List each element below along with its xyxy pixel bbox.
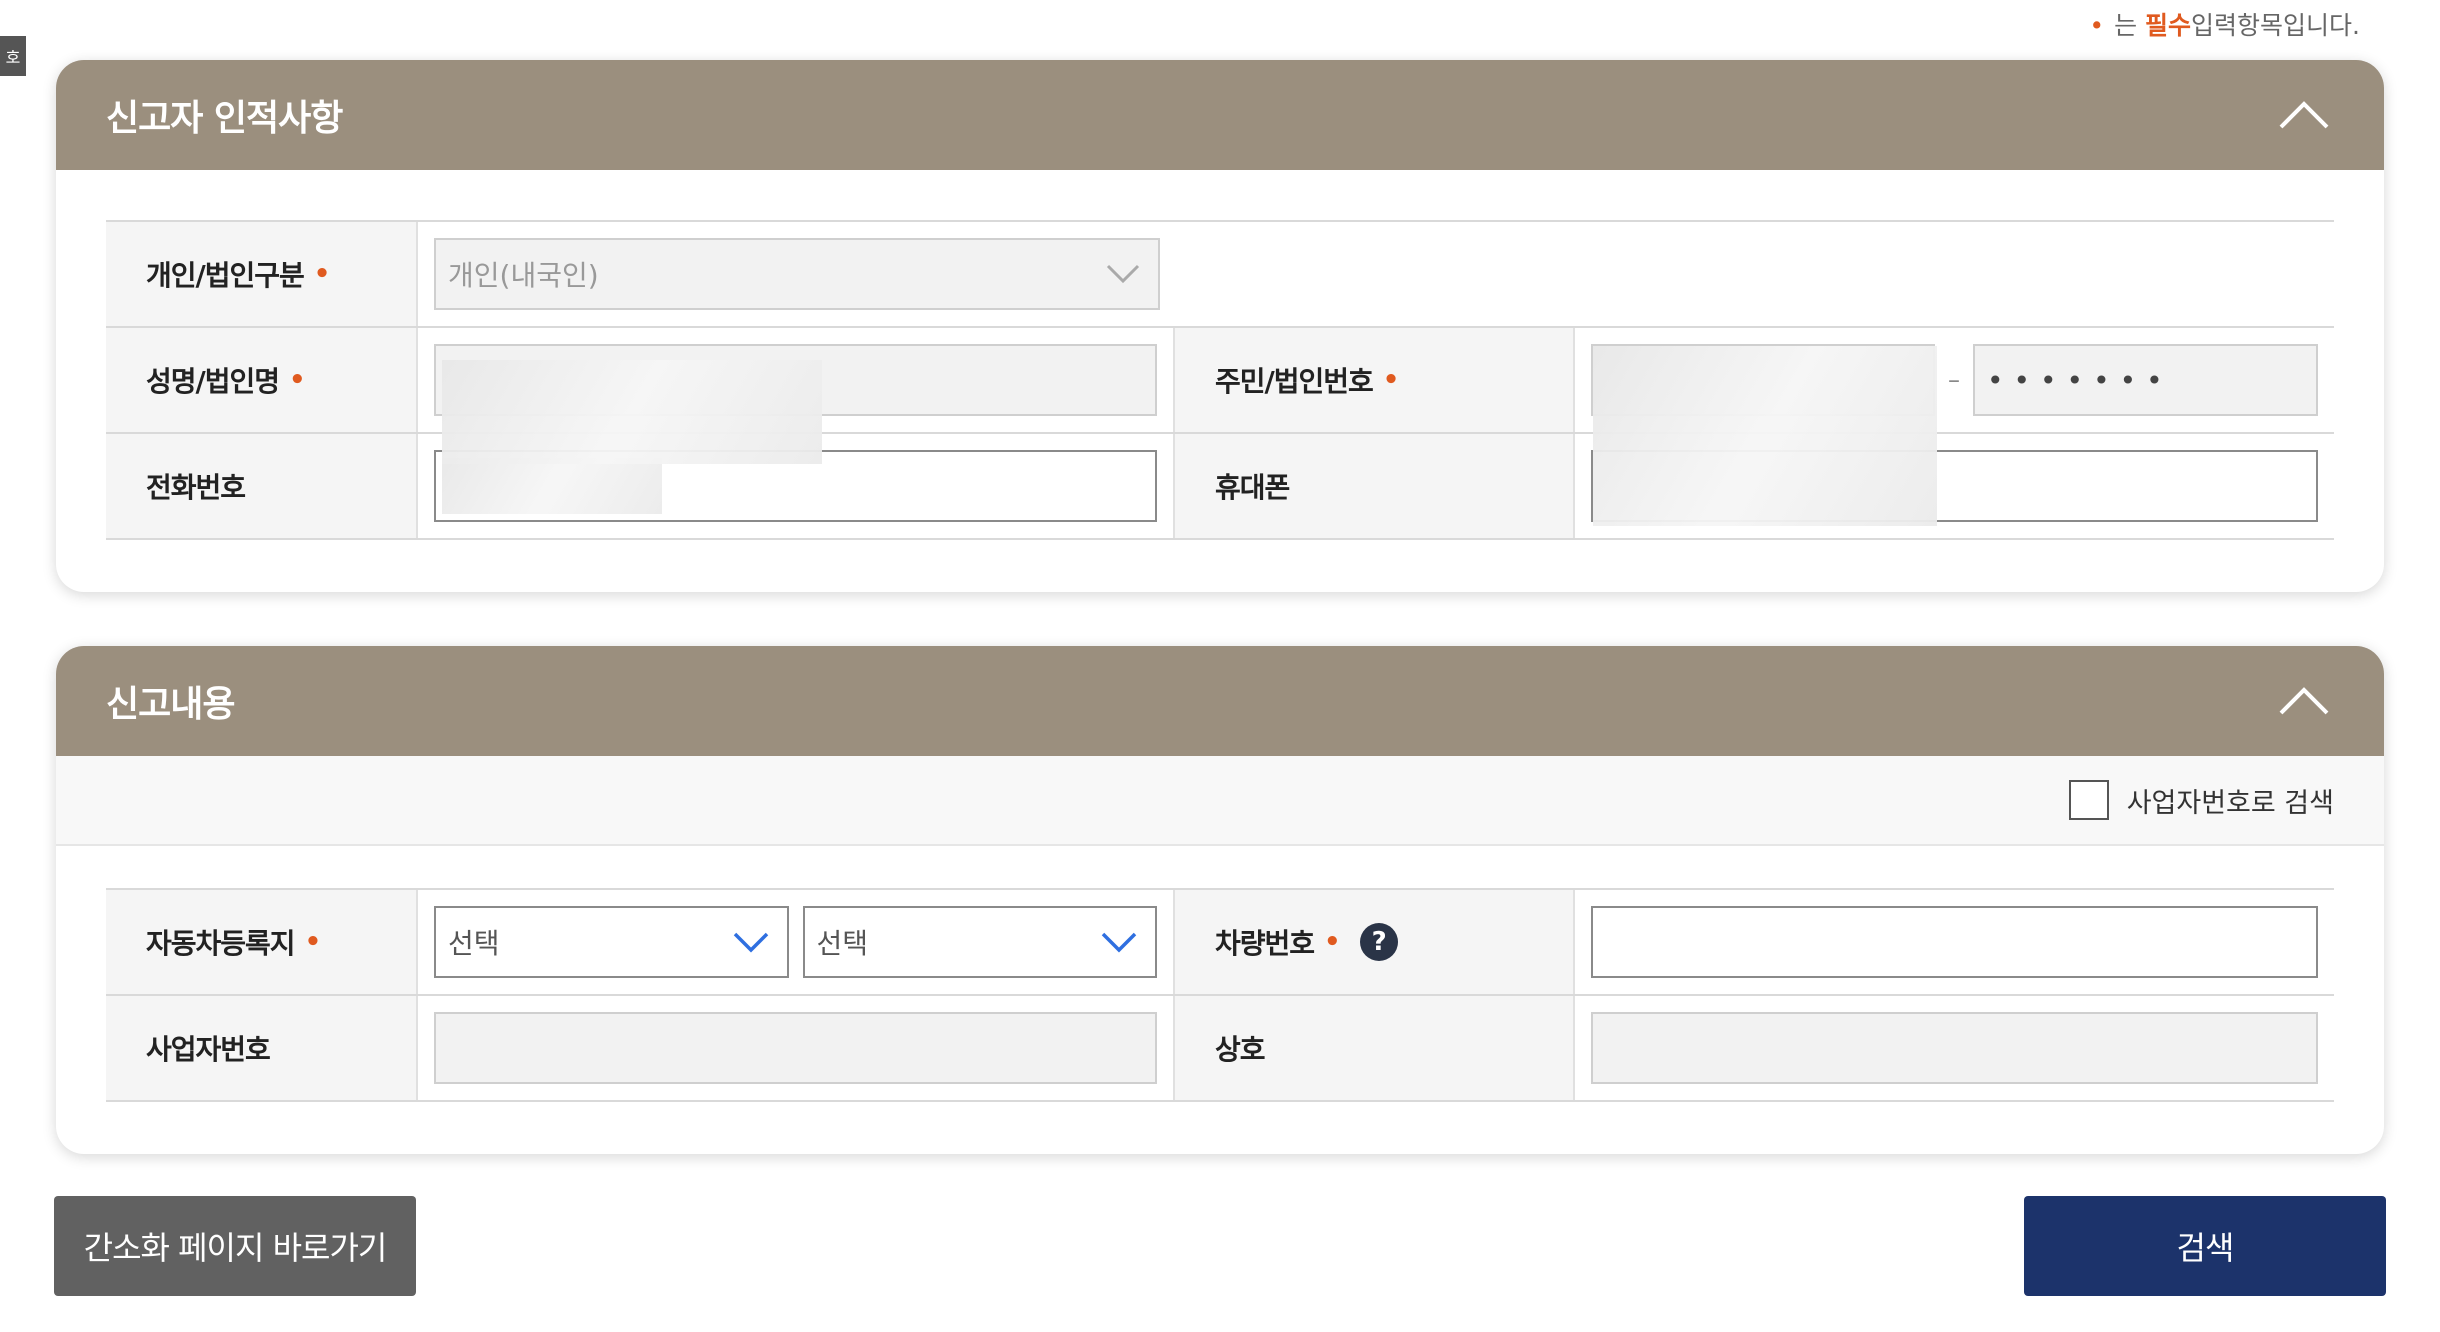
biz-search-label: 사업자번호로 검색 [2126,787,2334,819]
field-label: 전화번호 [106,434,418,538]
side-tab-label: 호 [5,48,21,67]
field-label: 차량번호 •? [1173,890,1575,994]
section-header: 신고자 인적사항 [56,60,2384,170]
field-label: 자동차등록지 • [106,890,418,994]
field-label: 주민/법인번호 • [1173,328,1575,432]
required-note-word: 필수 [2145,11,2192,40]
required-dot: • [289,365,306,395]
redacted-area [442,458,662,514]
required-dot: • [304,927,322,957]
report-form-table: 자동차등록지 • 선택 선택 차량번호 •? 사업자번호 상호 [106,888,2334,1102]
chevron-up-icon [2279,101,2329,129]
region-select-2[interactable]: 선택 [802,906,1157,978]
section-header: 신고내용 [56,646,2384,756]
field-label: 개인/법인구분 • [106,222,418,326]
field-label: 상호 [1173,996,1575,1100]
required-note: • 는 필수입력항목입니다. [2089,6,2360,42]
biz-search-option: 사업자번호로 검색 [56,756,2384,846]
collapse-button[interactable] [2274,85,2334,145]
required-note-prefix: 는 [2114,11,2138,40]
redacted-area [1593,346,1937,526]
id-back-input[interactable]: ••••••• [1973,344,2318,416]
report-content-section: 신고내용 사업자번호로 검색 자동차등록지 • 선택 선택 차량번호 • ? 사… [56,646,2384,1154]
required-dot: • [1324,927,1341,957]
section-title: 신고내용 [106,684,235,725]
field-label: 성명/법인명 • [106,328,418,432]
collapse-button[interactable] [2274,671,2334,731]
chevron-up-icon [2279,687,2329,715]
required-dot: • [1382,365,1400,395]
region-select-1[interactable]: 선택 [434,906,789,978]
simple-page-button[interactable]: 간소화 페이지 바로가기 [54,1196,416,1296]
required-note-dot: • [2089,11,2105,40]
id-front-input[interactable] [1591,344,1937,526]
car-number-input[interactable] [1591,906,2318,978]
side-tab[interactable]: 호 [0,36,26,76]
name-input[interactable] [434,344,1157,464]
chevron-down-icon [733,932,768,953]
field-label: 사업자번호 [106,996,418,1100]
reporter-form-table: 개인/법인구분 • 개인(내국인) 성명/법인명 • 주민/법인번호 • – •… [106,220,2334,540]
search-button[interactable]: 검색 [2024,1196,2386,1296]
required-note-suffix: 입력항목입니다. [2191,11,2360,40]
form-row: 전화번호 휴대폰 [106,434,2334,540]
chevron-down-icon [1101,932,1137,953]
form-row: 자동차등록지 • 선택 선택 차량번호 •? [106,890,2334,996]
person-type-select[interactable]: 개인(내국인) [434,238,1160,310]
redacted-area [442,360,822,464]
required-dot: • [313,259,331,289]
form-row: 개인/법인구분 • 개인(내국인) [106,222,2334,328]
form-row: 사업자번호 상호 [106,996,2334,1102]
chevron-down-icon [1106,264,1140,284]
form-row: 성명/법인명 • 주민/법인번호 • – ••••••• [106,328,2334,526]
reporter-info-section: 신고자 인적사항 개인/법인구분 • 개인(내국인) 성명/법인명 • 주민/법인번… [56,60,2384,592]
field-label: 휴대폰 [1173,434,1575,538]
id-separator: – [1948,366,1960,394]
biz-number-input[interactable] [434,1012,1157,1084]
help-icon[interactable]: ? [1359,923,1398,961]
company-name-input[interactable] [1591,1012,2318,1084]
biz-search-checkbox[interactable] [2068,780,2109,820]
section-title: 신고자 인적사항 [106,98,343,139]
person-type-value: 개인(내국인) [448,259,599,292]
